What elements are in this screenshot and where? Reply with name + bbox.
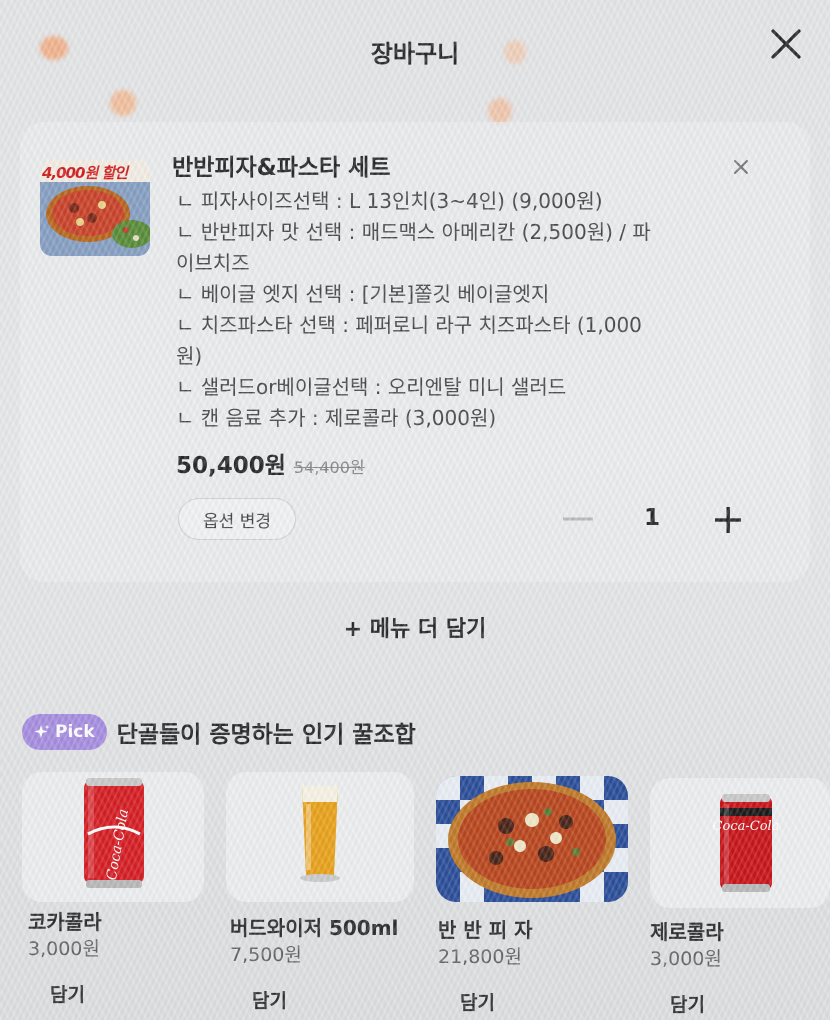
- recommend-item-price: 3,000원: [28, 938, 100, 960]
- add-to-cart-button[interactable]: 담기: [252, 986, 287, 1013]
- option-line: ㄴ 치즈파스타 선택 : 페퍼로니 라구 치즈파스타 (1,000: [176, 313, 642, 337]
- cart-item-options: ㄴ 피자사이즈선택 : L 13인치(3~4인) (9,000원) ㄴ 반반피자…: [176, 186, 716, 434]
- remove-item-button[interactable]: [728, 154, 754, 180]
- close-icon: [771, 29, 801, 59]
- recommend-item-image[interactable]: [436, 776, 628, 902]
- original-price: 54,400원: [293, 458, 365, 477]
- pizza-icon: [436, 776, 628, 902]
- beer-glass-icon: [226, 772, 414, 902]
- recommend-title: 단골들이 증명하는 인기 꿀조합: [116, 722, 416, 748]
- pick-label: Pick: [55, 722, 95, 742]
- option-line: 원): [176, 344, 203, 368]
- recommend-item-name: 버드와이저 500ml: [230, 916, 399, 940]
- recommend-item-name: 제로콜라: [650, 920, 724, 944]
- close-button[interactable]: [766, 24, 806, 64]
- coca-cola-can-icon: Coca-Cola: [22, 772, 204, 902]
- add-to-cart-button[interactable]: 담기: [670, 990, 705, 1017]
- increase-quantity-button[interactable]: [708, 500, 748, 540]
- option-line: ㄴ 베이글 엣지 선택 : [기본]쫄깃 베이글엣지: [176, 282, 550, 306]
- recommend-item-price: 7,500원: [230, 944, 302, 966]
- cart-item-image: 4,000원 할인: [40, 160, 150, 256]
- recommend-header: Pick 단골들이 증명하는 인기 꿀조합: [22, 714, 416, 750]
- recommend-item-image[interactable]: Coca-Cola: [650, 778, 830, 908]
- change-options-button[interactable]: 옵션 변경: [178, 498, 296, 540]
- option-line: ㄴ 캔 음료 추가 : 제로콜라 (3,000원): [176, 406, 497, 430]
- price-row: 50,400원 54,400원: [176, 446, 365, 480]
- recommend-item-image[interactable]: [226, 772, 414, 902]
- cart-item-name: 반반피자&파스타 세트: [172, 155, 391, 181]
- zero-cola-can-icon: Coca-Cola: [650, 778, 830, 908]
- light-glare: [488, 98, 512, 124]
- svg-text:Coca-Cola: Coca-Cola: [713, 819, 780, 834]
- option-line: ㄴ 피자사이즈선택 : L 13인치(3~4인) (9,000원): [176, 189, 603, 213]
- recommend-item-image[interactable]: Coca-Cola: [22, 772, 204, 902]
- page-title: 장바구니: [370, 40, 460, 68]
- add-to-cart-button[interactable]: 담기: [50, 980, 85, 1007]
- recommend-item-name: 반 반 피 자: [438, 918, 533, 942]
- header: 장바구니: [0, 0, 830, 100]
- add-more-menu-button[interactable]: + 메뉴 더 담기: [20, 596, 810, 658]
- option-line: 이브치즈: [176, 251, 250, 275]
- option-line: ㄴ 샐러드or베이글선택 : 오리엔탈 미니 샐러드: [176, 375, 567, 399]
- recommend-item-price: 3,000원: [650, 948, 722, 970]
- close-icon: [734, 160, 748, 174]
- decrease-quantity-button[interactable]: [560, 503, 596, 535]
- cart-screen: 장바구니 4,000원 할인 반반피자&파스타 세트 ㄴ 피자사이즈선택: L…: [0, 0, 830, 1020]
- add-to-cart-button[interactable]: 담기: [460, 988, 495, 1015]
- quantity-value: 1: [643, 505, 660, 531]
- recommend-item-name: 코카콜라: [28, 910, 102, 934]
- sparkle-icon: [34, 724, 50, 738]
- item-price: 50,400원: [176, 453, 286, 479]
- plus-icon: [715, 507, 741, 533]
- discount-badge: 4,000원 할인: [42, 164, 128, 182]
- pick-badge: Pick: [22, 714, 107, 750]
- recommend-item-price: 21,800원: [438, 946, 522, 968]
- minus-icon: [563, 517, 593, 521]
- option-line: ㄴ 반반피자 맛 선택 : 매드맥스 아메리칸 (2,500원) / 파: [176, 220, 651, 244]
